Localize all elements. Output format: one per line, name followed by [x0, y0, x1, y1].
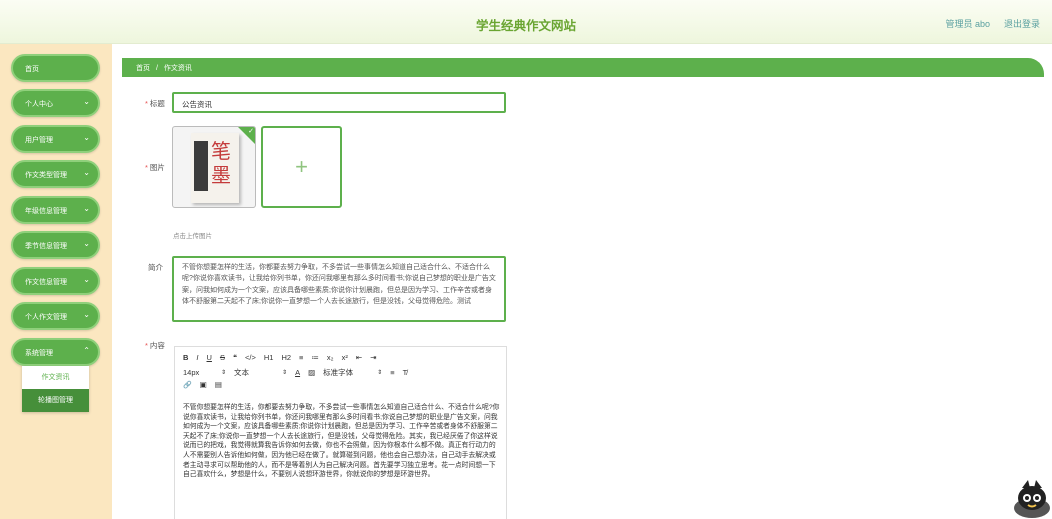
editor-toolbar-row-1: B I U S ❝ </> H1 H2 ≡ ≔ x₂ x² ⇤ ⇥	[183, 353, 376, 362]
chevron-down-icon: ⌄	[83, 204, 90, 213]
underline-icon[interactable]: U	[207, 353, 212, 362]
chevron-down-icon: ⌄	[83, 239, 90, 248]
italic-icon[interactable]: I	[196, 353, 198, 362]
code-icon[interactable]: </>	[245, 353, 256, 362]
font-color-icon[interactable]: A	[295, 368, 300, 377]
chevron-updown-icon: ⇕	[282, 370, 288, 376]
top-bar: 学生经典作文网站 管理员 abo 退出登录	[0, 0, 1052, 44]
sidebar-item-label: 年级信息管理	[25, 208, 67, 215]
content-label: * 内容	[145, 341, 165, 350]
text-style-select[interactable]: 文本	[234, 367, 274, 378]
video-icon[interactable]: ▤	[215, 380, 222, 389]
intro-label: 简介	[148, 263, 163, 272]
sidebar-item-label: 用户管理	[25, 137, 53, 144]
image-icon[interactable]: ▣	[200, 380, 207, 389]
breadcrumb: 首页 / 作文资讯	[122, 58, 1044, 77]
logout-link[interactable]: 退出登录	[1004, 17, 1040, 30]
plus-icon: +	[295, 154, 308, 179]
book-cover-image: 笔墨	[191, 133, 239, 203]
font-family-select[interactable]: 标准字体	[323, 367, 369, 378]
sidebar-item-label: 首页	[25, 66, 39, 73]
chevron-down-icon: ⌄	[83, 97, 90, 106]
chevron-down-icon: ⌄	[83, 275, 90, 284]
sidebar-item-label: 个人作文管理	[25, 314, 67, 321]
admin-user-link[interactable]: 管理员 abo	[945, 17, 990, 30]
intro-textarea[interactable]: 不管你想要怎样的生活，你都要去努力争取，不多尝试一些事情怎么知道自己适合什么、不…	[172, 256, 506, 322]
align-icon[interactable]: ≡	[390, 368, 394, 377]
font-size-select[interactable]: 14px	[183, 368, 213, 377]
title-label: * 标题	[145, 99, 165, 108]
heading1-icon[interactable]: H1	[264, 353, 274, 362]
uploaded-image-thumbnail[interactable]: 笔墨 ✓	[172, 126, 256, 208]
sidebar-item-personal-essay[interactable]: 个人作文管理 ⌄	[11, 302, 100, 330]
breadcrumb-current: 作文资讯	[163, 65, 192, 72]
outdent-icon[interactable]: ⇤	[356, 353, 362, 362]
sidebar-item-essay-info[interactable]: 作文信息管理 ⌄	[11, 267, 100, 295]
breadcrumb-separator: /	[155, 65, 158, 72]
sidebar-item-label: 季节信息管理	[25, 243, 67, 250]
system-submenu: 作文资讯 轮播图管理	[22, 366, 89, 412]
sidebar-item-user-management[interactable]: 用户管理 ⌄	[11, 125, 100, 153]
editor-toolbar-row-2: 14px ⇕ 文本 ⇕ A ▨ 标准字体 ⇕ ≡ T̸	[183, 367, 407, 378]
sidebar-item-grade-info[interactable]: 年级信息管理 ⌄	[11, 196, 100, 224]
image-upload-button[interactable]: +	[261, 126, 342, 208]
check-icon: ✓	[248, 128, 254, 135]
sidebar-item-home[interactable]: 首页	[11, 54, 100, 82]
editor-toolbar-row-3: 🔗 ▣ ▤	[183, 380, 222, 389]
background-color-icon[interactable]: ▨	[308, 368, 315, 377]
ordered-list-icon[interactable]: ≡	[299, 353, 303, 362]
bullet-list-icon[interactable]: ≔	[311, 353, 319, 362]
superscript-icon[interactable]: x²	[342, 353, 348, 362]
sidebar-item-season-info[interactable]: 季节信息管理 ⌄	[11, 231, 100, 259]
link-icon[interactable]: 🔗	[183, 381, 192, 389]
rich-text-editor: B I U S ❝ </> H1 H2 ≡ ≔ x₂ x² ⇤ ⇥ 14px ⇕…	[174, 346, 507, 519]
submenu-item-essay-news[interactable]: 作文资讯	[22, 366, 89, 389]
sidebar-item-personal-center[interactable]: 个人中心 ⌄	[11, 89, 100, 117]
title-input[interactable]: 公告资讯	[172, 92, 506, 113]
breadcrumb-home[interactable]: 首页	[136, 65, 150, 72]
indent-icon[interactable]: ⇥	[370, 353, 376, 362]
sidebar-item-essay-type[interactable]: 作文类型管理 ⌄	[11, 160, 100, 188]
chevron-down-icon: ⌄	[83, 310, 90, 319]
subscript-icon[interactable]: x₂	[327, 353, 334, 362]
strike-icon[interactable]: S	[220, 353, 225, 362]
mascot-decoration	[1014, 480, 1050, 518]
chevron-down-icon: ⌄	[83, 133, 90, 142]
heading2-icon[interactable]: H2	[281, 353, 291, 362]
chevron-updown-icon: ⇕	[377, 370, 383, 376]
chevron-up-icon: ⌃	[83, 346, 90, 355]
clear-format-icon[interactable]: T̸	[403, 368, 408, 377]
sidebar-item-label: 作文类型管理	[25, 172, 67, 179]
sidebar-item-label: 个人中心	[25, 101, 53, 108]
upload-hint: 点击上传图片	[173, 233, 212, 240]
sidebar-item-system[interactable]: 系统管理 ⌃	[11, 338, 100, 366]
image-label: * 图片	[145, 163, 165, 172]
chevron-down-icon: ⌄	[83, 168, 90, 177]
quote-icon[interactable]: ❝	[233, 353, 237, 362]
chevron-updown-icon: ⇕	[221, 370, 227, 376]
site-title: 学生经典作文网站	[475, 19, 576, 33]
sidebar-item-label: 系统管理	[25, 350, 53, 357]
sidebar-item-label: 作文信息管理	[25, 279, 67, 286]
submenu-item-carousel[interactable]: 轮播图管理	[22, 389, 89, 412]
editor-content[interactable]: 不管你想要怎样的生活，你都要去努力争取，不多尝试一些事情怎么知道自己适合什么、不…	[183, 403, 501, 480]
bold-icon[interactable]: B	[183, 353, 188, 362]
user-area: 管理员 abo 退出登录	[945, 17, 1040, 30]
